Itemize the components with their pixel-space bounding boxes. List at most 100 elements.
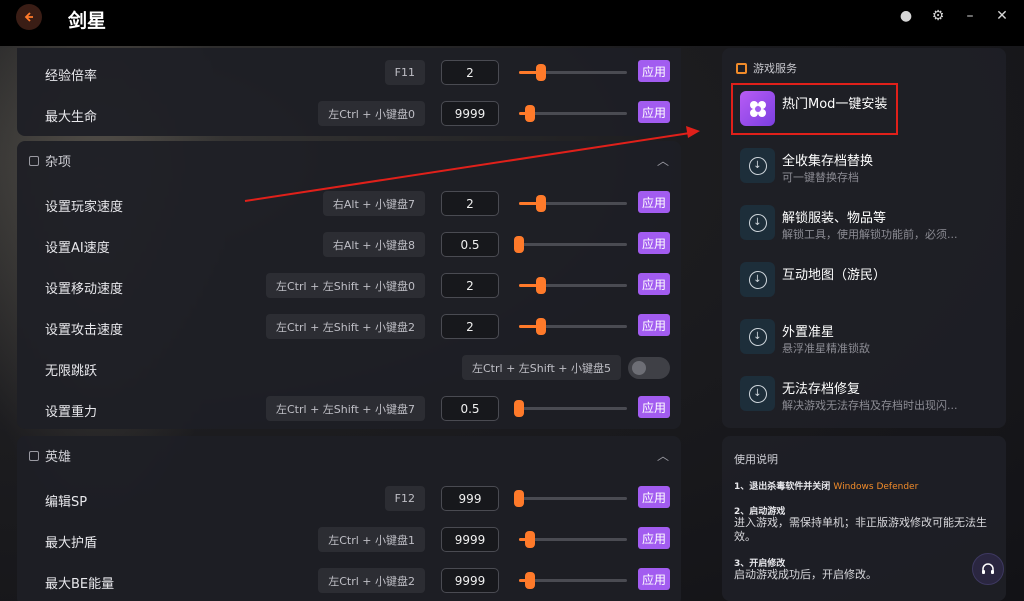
- value-input[interactable]: 2: [441, 273, 499, 298]
- hotkey-badge[interactable]: 左Ctrl + 小键盘0: [318, 101, 425, 126]
- apply-button[interactable]: 应用: [638, 60, 670, 82]
- services-title: 游戏服务: [753, 62, 797, 75]
- service-title: 互动地图（游民）: [782, 268, 887, 283]
- apply-button[interactable]: 应用: [638, 101, 670, 123]
- close-icon[interactable]: ✕: [994, 8, 1010, 24]
- download-icon: ↓: [740, 319, 775, 354]
- hotkey-badge[interactable]: 右Alt + 小键盘7: [322, 191, 425, 216]
- highlight-box: [731, 83, 898, 135]
- hero-section: 英雄 ︿ 编辑SP F12 999 应用 最大护盾 左Ctrl + 小键盘1 9999 应用最…: [17, 436, 681, 601]
- value-input[interactable]: 999: [441, 486, 499, 511]
- value-slider[interactable]: [519, 318, 627, 335]
- apply-button[interactable]: 应用: [638, 314, 670, 336]
- service-subtitle: 解锁工具，使用解锁功能前，必须...: [782, 228, 958, 241]
- back-arrow-icon: [24, 12, 33, 22]
- service-item[interactable]: ↓ 外置准星悬浮准星精准锁敌: [740, 319, 1002, 369]
- setting-row: 最大BE能量 左Ctrl + 小键盘2 9999 应用: [17, 561, 681, 601]
- misc-section-title: 杂项: [45, 155, 72, 170]
- slider-thumb[interactable]: [524, 572, 535, 589]
- value-slider[interactable]: [519, 531, 627, 548]
- slider-thumb[interactable]: [524, 105, 535, 122]
- value-slider[interactable]: [519, 105, 627, 122]
- slider-thumb[interactable]: [535, 318, 546, 335]
- collapse-chevron-icon[interactable]: ︿: [657, 447, 669, 464]
- service-item[interactable]: ↓ 互动地图（游民）: [740, 262, 1002, 312]
- setting-label: 最大生命: [45, 110, 98, 125]
- hotkey-badge[interactable]: 左Ctrl + 小键盘1: [318, 527, 425, 552]
- help-step-2-text: 进入游戏，需保持单机；非正版游戏修改可能无法生效。: [734, 516, 987, 543]
- service-item[interactable]: ↓ 解锁服装、物品等 解锁工具，使用解锁功能前，必须...: [740, 205, 1002, 255]
- value-input[interactable]: 0.5: [441, 396, 499, 421]
- service-item[interactable]: ↓ 无法存档修复 解决游戏无法存档及存档时出现闪...: [740, 376, 1002, 426]
- slider-thumb[interactable]: [514, 490, 524, 507]
- setting-row: 最大生命 左Ctrl + 小键盘0 9999 应用: [17, 94, 681, 134]
- value-input[interactable]: 9999: [441, 527, 499, 552]
- hotkey-badge[interactable]: F12: [384, 486, 425, 511]
- value-input[interactable]: 9999: [441, 101, 499, 126]
- hotkey-badge[interactable]: F11: [384, 60, 425, 85]
- hotkey-badge[interactable]: 左Ctrl + 左Shift + 小键盘0: [266, 273, 425, 298]
- help-step-1: 1、退出杀毒软件并关闭 Windows Defender: [734, 479, 918, 492]
- app-title: 剑星: [68, 10, 107, 32]
- apply-button[interactable]: 应用: [638, 527, 670, 549]
- service-subtitle: 悬浮准星精准锁敌: [782, 342, 870, 355]
- value-input[interactable]: 2: [441, 191, 499, 216]
- service-title: 外置准星: [782, 325, 835, 340]
- toggle-switch[interactable]: [628, 357, 670, 379]
- help-step-3-text: 启动游戏成功后，开启修改。: [734, 568, 877, 581]
- value-slider[interactable]: [514, 236, 627, 253]
- hotkey-badge[interactable]: 左Ctrl + 左Shift + 小键盘5: [462, 355, 621, 380]
- service-title: 无法存档修复: [782, 382, 861, 397]
- hotkey-badge[interactable]: 左Ctrl + 小键盘2: [318, 568, 425, 593]
- value-slider[interactable]: [519, 64, 627, 81]
- value-slider[interactable]: [519, 195, 627, 212]
- slider-thumb[interactable]: [535, 195, 546, 212]
- help-panel: 使用说明 1、退出杀毒软件并关闭 Windows Defender 2、启动游戏…: [722, 436, 1006, 601]
- toggle-knob: [632, 361, 646, 375]
- apply-button[interactable]: 应用: [638, 486, 670, 508]
- slider-thumb[interactable]: [524, 531, 535, 548]
- value-slider[interactable]: [519, 572, 627, 589]
- setting-row: 设置攻击速度 左Ctrl + 左Shift + 小键盘2 2 应用: [17, 307, 681, 347]
- apply-button[interactable]: 应用: [638, 396, 670, 418]
- apply-button[interactable]: 应用: [638, 273, 670, 295]
- slider-thumb[interactable]: [535, 277, 546, 294]
- slider-thumb[interactable]: [535, 64, 546, 81]
- apply-button[interactable]: 应用: [638, 568, 670, 590]
- setting-row: 编辑SP F12 999 应用: [17, 479, 681, 519]
- setting-label: 设置AI速度: [45, 241, 110, 256]
- setting-label: 最大护盾: [45, 536, 98, 551]
- hotkey-badge[interactable]: 左Ctrl + 左Shift + 小键盘7: [266, 396, 425, 421]
- setting-label: 经验倍率: [45, 69, 98, 84]
- value-slider[interactable]: [514, 400, 627, 417]
- minimize-icon[interactable]: –: [962, 8, 978, 24]
- apply-button[interactable]: 应用: [638, 232, 670, 254]
- slider-thumb[interactable]: [514, 236, 524, 253]
- hotkey-badge[interactable]: 左Ctrl + 左Shift + 小键盘2: [266, 314, 425, 339]
- setting-row: 最大护盾 左Ctrl + 小键盘1 9999 应用: [17, 520, 681, 560]
- cube-icon: [736, 62, 747, 74]
- apply-button[interactable]: 应用: [638, 191, 670, 213]
- value-input[interactable]: 9999: [441, 568, 499, 593]
- setting-row: 设置玩家速度 右Alt + 小键盘7 2 应用: [17, 184, 681, 224]
- help-step-1-highlight: Windows Defender: [833, 482, 919, 492]
- support-headset-button[interactable]: [972, 553, 1004, 585]
- value-input[interactable]: 2: [441, 314, 499, 339]
- setting-row: 设置AI速度 右Alt + 小键盘8 0.5 应用: [17, 225, 681, 265]
- back-button[interactable]: [16, 4, 42, 30]
- service-item[interactable]: ↓ 全收集存档替换 可一键替换存档: [740, 148, 1002, 198]
- value-input[interactable]: 0.5: [441, 232, 499, 257]
- value-input[interactable]: 2: [441, 60, 499, 85]
- download-icon: ↓: [740, 205, 775, 240]
- collapse-chevron-icon[interactable]: ︿: [657, 152, 669, 169]
- slider-thumb[interactable]: [514, 400, 524, 417]
- service-subtitle: 解决游戏无法存档及存档时出现闪...: [782, 399, 958, 412]
- value-slider[interactable]: [519, 277, 627, 294]
- settings-gear-icon[interactable]: ⚙: [930, 8, 946, 24]
- setting-row: 无限跳跃 左Ctrl + 左Shift + 小键盘5: [17, 348, 681, 388]
- setting-label: 编辑SP: [45, 495, 88, 510]
- hotkey-badge[interactable]: 右Alt + 小键盘8: [322, 232, 425, 257]
- setting-label: 无限跳跃: [45, 364, 98, 379]
- user-icon[interactable]: ●: [898, 8, 914, 24]
- value-slider[interactable]: [514, 490, 627, 507]
